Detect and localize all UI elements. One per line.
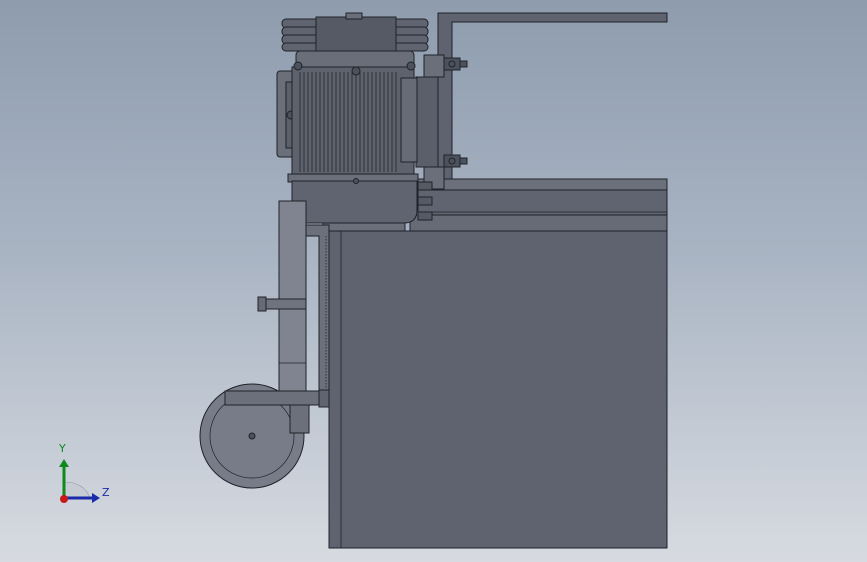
axis-triad (59, 459, 100, 503)
triad-xy-plane-shade (63, 481, 91, 499)
triad-x-axis-dot (60, 495, 68, 503)
triad-z-arrowhead (92, 493, 100, 503)
axis-label-y: Y (59, 442, 66, 455)
axis-label-z: Z (102, 486, 110, 499)
cad-viewport[interactable]: Y Z (0, 0, 867, 562)
triad-y-arrowhead (59, 459, 69, 467)
